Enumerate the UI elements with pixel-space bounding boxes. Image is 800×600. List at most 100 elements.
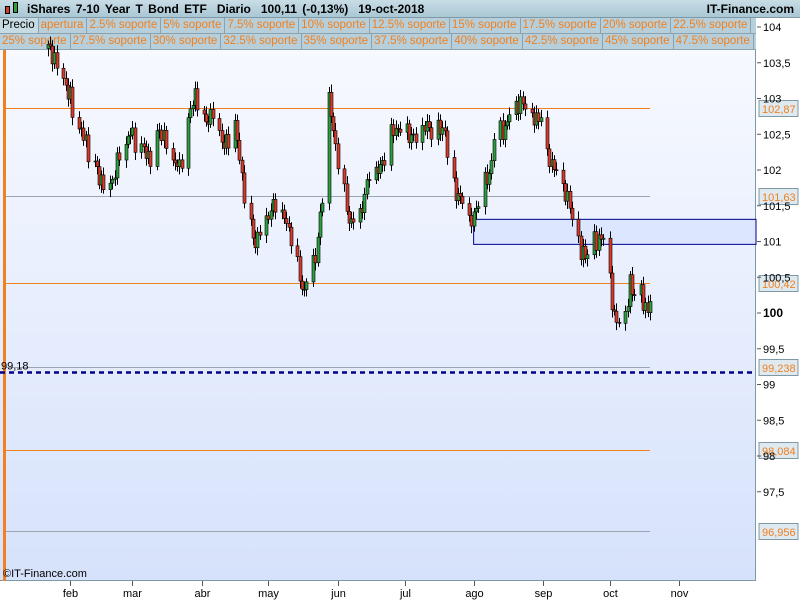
y-tick-label: 103,5 <box>763 58 791 70</box>
candle-body <box>304 281 309 291</box>
level-label: 96,956 <box>762 527 796 539</box>
x-tick-label: abr <box>195 588 211 600</box>
candle-body <box>505 121 510 127</box>
candle-body <box>124 143 129 161</box>
x-tick-label: ago <box>465 588 483 600</box>
x-tick-label: feb <box>63 588 78 600</box>
candle-body <box>632 294 637 296</box>
candle-body <box>445 130 450 158</box>
candle-body <box>133 127 138 153</box>
candle-body <box>255 231 260 249</box>
candle-body <box>623 311 628 324</box>
candle-body <box>378 164 383 174</box>
candle-body <box>249 202 254 220</box>
candle-body <box>251 218 256 239</box>
candle-body <box>300 280 305 290</box>
candle-body <box>240 159 245 174</box>
candle-body <box>489 160 494 175</box>
candle-body <box>211 109 216 119</box>
candle-body <box>155 130 160 167</box>
candle-body <box>273 199 278 213</box>
watermark: ©IT-Finance.com <box>3 568 87 580</box>
candle-body <box>427 121 432 128</box>
candle-body <box>552 159 557 170</box>
y-tick-label: 99,5 <box>763 344 784 356</box>
candle-body <box>269 210 274 220</box>
candle-body <box>523 103 528 110</box>
chart-svg: 102,87101,63100,4299,23898,08496,9561041… <box>0 22 799 600</box>
candle-body <box>295 245 300 258</box>
candle-body <box>411 133 416 136</box>
candle-body <box>391 124 396 136</box>
candle-body <box>409 134 414 144</box>
candle-body <box>220 130 225 143</box>
candle-body <box>518 96 523 114</box>
candle-body <box>186 117 191 169</box>
y-tick-label: 100,5 <box>763 272 791 284</box>
x-tick-label: jun <box>330 588 346 600</box>
candle-body <box>554 169 559 171</box>
candle-body <box>521 96 526 105</box>
y-tick-label: 98 <box>763 451 775 463</box>
candle-body <box>440 127 445 135</box>
candle-body <box>443 127 448 132</box>
candle-body <box>318 211 323 238</box>
candle-body <box>287 223 292 228</box>
level-label: 102,87 <box>762 104 796 116</box>
y-tick-label: 97,5 <box>763 487 784 499</box>
candle-body <box>298 256 303 282</box>
candle-body <box>565 190 570 202</box>
candle-body <box>331 116 336 131</box>
candle-body <box>81 127 86 141</box>
candle-body <box>177 159 182 167</box>
candle-body <box>507 114 512 123</box>
y-tick-label: 101,5 <box>763 201 791 213</box>
candle-body <box>217 118 222 131</box>
candle-body <box>474 208 479 213</box>
candle-body <box>289 226 294 247</box>
candle-body <box>171 148 176 161</box>
candle-body <box>316 236 321 264</box>
candle-body <box>487 173 492 185</box>
x-tick-label: oct <box>603 588 618 600</box>
candle-body <box>266 215 271 220</box>
candle-body <box>242 172 247 204</box>
candle-body <box>110 178 115 184</box>
candle-body <box>195 88 200 111</box>
candle-body <box>539 117 544 122</box>
candle-body <box>64 78 69 86</box>
candle-body <box>398 128 403 133</box>
candle-body <box>108 182 113 191</box>
y-tick-label: 98,5 <box>763 415 784 427</box>
candle-body <box>469 214 474 227</box>
candle-body <box>503 125 508 140</box>
candle-body <box>536 112 541 122</box>
dashed-level-label: 99,18 <box>1 361 29 373</box>
x-tick-label: nov <box>671 588 689 600</box>
candle-body <box>601 237 606 240</box>
candle-body <box>139 143 144 153</box>
x-tick-label: mar <box>123 588 142 600</box>
candle-body <box>70 86 75 118</box>
candle-body <box>173 159 178 164</box>
left-marker-bar <box>3 50 6 581</box>
candle-body <box>467 203 472 216</box>
candle-body <box>345 183 350 212</box>
candle-body <box>568 190 573 209</box>
candle-body <box>630 274 635 295</box>
candle-body <box>126 135 131 145</box>
candle-body <box>626 306 631 312</box>
y-tick-label: 104 <box>763 22 781 34</box>
candle-body <box>367 179 372 181</box>
candle-body <box>594 231 599 251</box>
candle-body <box>284 218 289 224</box>
candle-body <box>237 139 242 161</box>
candle-body <box>258 231 263 236</box>
candle-body <box>351 218 356 223</box>
candle-body <box>585 254 590 259</box>
candle-body <box>420 125 425 143</box>
candle-body <box>458 192 463 197</box>
candle-body <box>77 117 82 130</box>
y-tick-label: 100 <box>763 306 783 320</box>
candle-body <box>648 301 653 313</box>
